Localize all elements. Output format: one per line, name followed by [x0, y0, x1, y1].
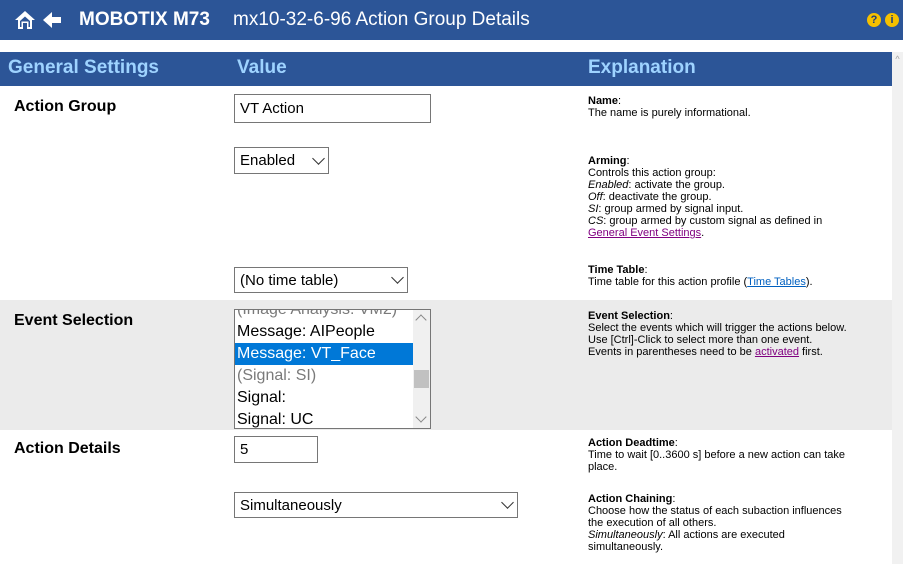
arming-cs-text: : group armed by custom signal as define…	[603, 215, 823, 227]
help-icon[interactable]: ?	[867, 13, 881, 27]
action-deadtime-input[interactable]: 5	[234, 436, 318, 463]
chaining-term: Simultaneously	[588, 529, 663, 541]
name-expl-text: The name is purely informational.	[588, 107, 751, 119]
general-event-settings-link[interactable]: General Event Settings	[588, 227, 701, 239]
column-header-bar: General Settings Value Explanation	[0, 52, 892, 86]
action-details-row: Action Details 5 Simultaneously Action D…	[0, 430, 892, 564]
chevron-down-icon	[501, 496, 514, 509]
listbox-scrollbar[interactable]	[413, 310, 430, 428]
chaining-expl-title: Action Chaining	[588, 493, 673, 505]
event-option[interactable]: (Image Analysis: VM2)	[235, 310, 414, 321]
event-selection-expl-title: Event Selection	[588, 310, 670, 322]
arming-off-text: : deactivate the group.	[602, 191, 712, 203]
event-option-selected[interactable]: Message: VT_Face	[235, 343, 414, 365]
chaining-expl-text: Choose how the status of each subaction …	[588, 505, 842, 529]
time-table-expl-text: Time table for this action profile (	[588, 276, 748, 288]
chevron-up-icon[interactable]	[415, 314, 427, 326]
event-selection-row: Event Selection (Image Analysis: VM2) Me…	[0, 300, 892, 430]
activated-link[interactable]: activated	[755, 346, 799, 358]
arming-expl-title: Arming	[588, 155, 627, 167]
arming-explanation: Arming: Controls this action group: Enab…	[588, 155, 823, 239]
action-chaining-select[interactable]: Simultaneously	[234, 492, 518, 518]
action-details-label: Action Details	[14, 440, 121, 457]
info-icon[interactable]: i	[885, 13, 899, 27]
camera-model: MOBOTIX M73	[79, 9, 210, 30]
action-group-label: Action Group	[14, 98, 117, 115]
event-option[interactable]: (Signal: SI)	[235, 365, 414, 387]
arming-enabled-text: : activate the group.	[628, 179, 725, 191]
arming-si-text: : group armed by signal input.	[598, 203, 744, 215]
chevron-down-icon	[391, 271, 404, 284]
event-listbox[interactable]: (Image Analysis: VM2) Message: AIPeople …	[234, 309, 431, 429]
event-selection-expl-end: first.	[798, 346, 823, 358]
event-option[interactable]: Signal:	[235, 387, 414, 409]
deadtime-expl-text: Time to wait [0..3600 s] before a new ac…	[588, 449, 846, 473]
event-selection-explanation: Event Selection: Select the events which…	[588, 310, 847, 358]
arming-si-term: SI	[588, 203, 599, 215]
page-title: mx10-32-6-96 Action Group Details	[233, 9, 530, 30]
column-header-value: Value	[237, 57, 287, 78]
time-tables-link[interactable]: Time Tables	[747, 276, 806, 288]
back-arrow-icon[interactable]	[42, 11, 62, 29]
event-option[interactable]: Signal: UC	[235, 409, 414, 428]
action-group-name-input[interactable]: VT Action	[234, 94, 431, 123]
time-table-select[interactable]: (No time table)	[234, 267, 408, 293]
deadtime-expl-title: Action Deadtime	[588, 437, 675, 449]
listbox-scroll-thumb[interactable]	[414, 370, 429, 388]
title-bar: MOBOTIX M73 mx10-32-6-96 Action Group De…	[0, 0, 903, 40]
chaining-explanation: Action Chaining: Choose how the status o…	[588, 493, 842, 553]
arming-enabled-term: Enabled	[588, 179, 629, 191]
arming-select[interactable]: Enabled	[234, 147, 329, 174]
arming-off-term: Off	[588, 191, 603, 203]
event-selection-expl-line2: Use [Ctrl]-Click to select more than one…	[588, 334, 813, 346]
name-explanation: Name: The name is purely informational.	[588, 95, 751, 119]
scroll-up-icon[interactable]: ^	[893, 55, 902, 64]
event-selection-label: Event Selection	[14, 312, 134, 329]
name-expl-title: Name	[588, 95, 618, 107]
page-scrollbar[interactable]: ^	[892, 52, 903, 564]
column-header-settings: General Settings	[8, 57, 159, 78]
time-table-expl-end: ).	[805, 276, 813, 288]
arming-expl-line1: Controls this action group:	[588, 167, 716, 179]
event-selection-expl-line3: Events in parentheses need to be	[588, 346, 755, 358]
column-header-explanation: Explanation	[588, 57, 696, 78]
arming-cs-term: CS	[588, 215, 604, 227]
home-icon[interactable]	[13, 8, 37, 32]
time-table-expl-title: Time Table	[588, 264, 645, 276]
event-selection-expl-line1: Select the events which will trigger the…	[588, 322, 847, 334]
arming-select-value: Enabled	[240, 152, 296, 169]
deadtime-explanation: Action Deadtime: Time to wait [0..3600 s…	[588, 437, 846, 473]
action-group-row: Action Group VT Action Enabled (No time …	[0, 86, 892, 300]
action-chaining-select-value: Simultaneously	[240, 496, 342, 514]
time-table-explanation: Time Table: Time table for this action p…	[588, 264, 813, 288]
event-option[interactable]: Message: AIPeople	[235, 321, 414, 343]
time-table-select-value: (No time table)	[240, 271, 339, 289]
chevron-down-icon	[312, 151, 325, 165]
chevron-down-icon[interactable]	[415, 411, 427, 423]
